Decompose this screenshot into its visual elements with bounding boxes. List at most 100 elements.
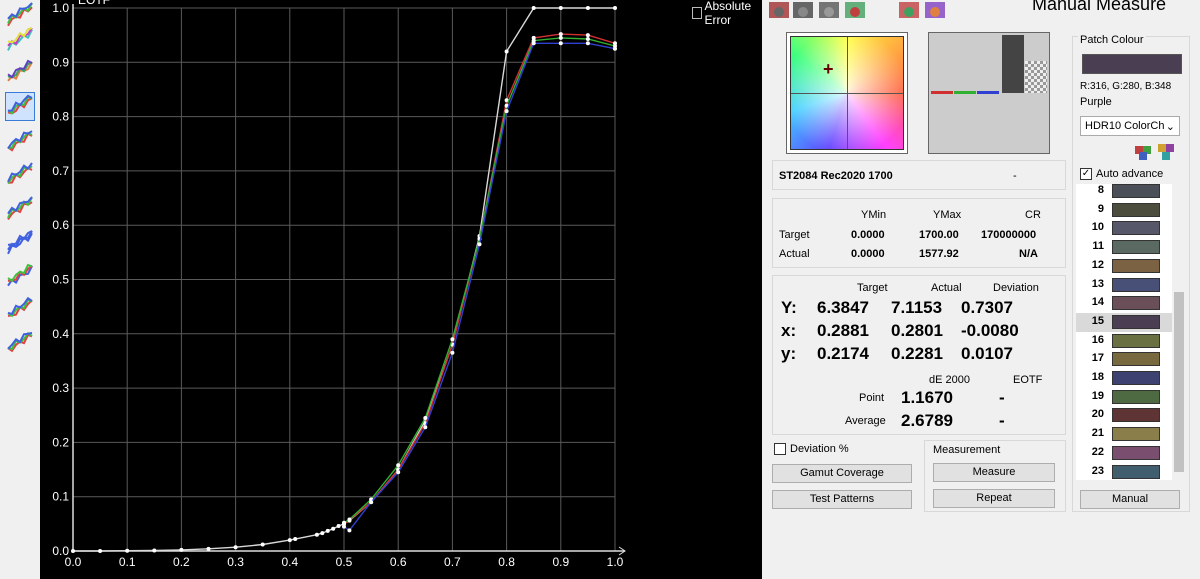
data-point xyxy=(396,470,401,475)
patch-list-item[interactable]: 15 xyxy=(1076,312,1172,332)
profile-name: ST2084 Rec2020 1700 xyxy=(779,170,893,182)
data-point xyxy=(314,532,319,537)
y-tick-label: 0.3 xyxy=(52,381,69,395)
gamut-toggle-icon[interactable] xyxy=(896,0,922,20)
eotf-label: EOTF xyxy=(1013,374,1043,386)
probe-icon[interactable] xyxy=(766,0,792,20)
patch-list-item[interactable]: 22 xyxy=(1076,444,1172,463)
patch-list-item[interactable]: 17 xyxy=(1076,350,1172,369)
rgb-levels-icon[interactable] xyxy=(5,194,35,223)
deviation-percent-toggle[interactable]: Deviation % xyxy=(774,443,849,455)
patch-swatch xyxy=(1112,202,1160,217)
target-value: 0.2881 xyxy=(817,321,869,340)
patch-list-item[interactable]: 10 xyxy=(1076,219,1172,238)
patch-number: 8 xyxy=(1097,184,1104,196)
color-error-icon[interactable] xyxy=(5,295,35,324)
patch-list-item[interactable]: 13 xyxy=(1076,276,1172,295)
patch-list-item[interactable]: 16 xyxy=(1076,332,1172,351)
eotf-curve-icon[interactable] xyxy=(5,92,35,121)
average-label: Average xyxy=(845,415,886,427)
palette-edit-icon[interactable] xyxy=(1132,140,1156,164)
rgb-balance-icon[interactable] xyxy=(5,127,35,156)
palette-settings-icon[interactable] xyxy=(1156,140,1180,164)
patch-set-value: HDR10 ColorCh xyxy=(1085,120,1165,132)
average-de-value: 2.6789 xyxy=(901,411,953,430)
cube-view-icon[interactable] xyxy=(922,0,948,20)
data-point xyxy=(585,41,590,46)
patch-list-item[interactable]: 9 xyxy=(1076,201,1172,220)
auto-advance-checkbox[interactable]: ✓ xyxy=(1080,168,1092,180)
patch-list-item[interactable]: 20 xyxy=(1076,406,1172,425)
y-tick-label: 0.9 xyxy=(52,55,69,69)
measure-button[interactable]: Measure xyxy=(933,463,1055,482)
target-crosshair-icon: + xyxy=(823,59,834,79)
patch-number: 15 xyxy=(1091,314,1104,327)
auto-advance-label: Auto advance xyxy=(1096,168,1164,180)
colorchecker-icon[interactable] xyxy=(5,328,35,357)
patch-list-item[interactable]: 19 xyxy=(1076,388,1172,407)
data-point xyxy=(125,548,130,553)
data-point xyxy=(206,546,211,551)
patch-rgb-values: R:316, G:280, B:348 xyxy=(1080,81,1172,92)
luminance-icon[interactable] xyxy=(5,228,35,257)
patch-list-item[interactable]: 18 xyxy=(1076,369,1172,388)
repeat-button[interactable]: Repeat xyxy=(933,489,1055,508)
patch-list-item[interactable]: 14 xyxy=(1076,294,1172,313)
point-de-value: 1.1670 xyxy=(901,388,953,407)
patch-list-item[interactable]: 11 xyxy=(1076,238,1172,257)
series-line xyxy=(343,37,616,524)
luminance-target-pattern xyxy=(1025,61,1047,93)
x-tick-label: 0.3 xyxy=(227,555,244,569)
absolute-error-checkbox[interactable] xyxy=(692,6,702,19)
pattern-gen-icon[interactable] xyxy=(816,0,842,20)
patch-tools xyxy=(1132,140,1182,164)
patch-list-item[interactable]: 23 xyxy=(1076,463,1172,481)
patch-number: 22 xyxy=(1091,445,1104,458)
data-point xyxy=(347,517,352,522)
data-point xyxy=(613,46,617,51)
deviation-percent-label: Deviation % xyxy=(790,443,849,455)
patch-list-item[interactable]: 12 xyxy=(1076,257,1172,276)
patch-list[interactable]: 8 9 10 11 12 13 14 15 16 17 18 19 20 21 22 23 xyxy=(1076,184,1172,480)
scrollbar-thumb[interactable] xyxy=(1174,292,1184,472)
manual-button[interactable]: Manual xyxy=(1080,490,1180,509)
row-label: y: xyxy=(781,344,797,363)
cube-settings-icon[interactable] xyxy=(842,0,868,20)
gamut-coverage-button[interactable]: Gamut Coverage xyxy=(772,464,912,483)
de-label: dE 2000 xyxy=(929,374,970,386)
profile-row: ST2084 Rec2020 1700 - xyxy=(772,160,1066,190)
absolute-error-toggle[interactable]: Absolute Error xyxy=(692,0,762,27)
gamma-icon[interactable] xyxy=(5,160,35,189)
data-point xyxy=(423,425,428,430)
data-point xyxy=(585,36,590,41)
target-ymax: 1700.00 xyxy=(919,229,959,241)
average-eotf-value: - xyxy=(999,411,1005,430)
target-value: 0.2174 xyxy=(817,344,869,363)
patch-list-item[interactable]: 21 xyxy=(1076,425,1172,444)
data-point xyxy=(558,6,563,10)
data-point xyxy=(558,41,563,46)
deviation-percent-checkbox[interactable] xyxy=(774,443,786,455)
rgb-balance-view xyxy=(928,32,1050,154)
patch-list-scrollbar[interactable] xyxy=(1172,184,1186,480)
gamut-cube-icon[interactable] xyxy=(5,58,35,87)
data-point xyxy=(98,549,103,553)
patch-set-select[interactable]: HDR10 ColorCh ⌄ xyxy=(1080,116,1180,136)
data-point xyxy=(152,548,157,553)
x-tick-label: 0.8 xyxy=(498,555,515,569)
data-point xyxy=(531,6,536,10)
data-point xyxy=(325,528,330,533)
auto-advance-toggle[interactable]: ✓ Auto advance xyxy=(1080,168,1163,180)
patch-swatch xyxy=(1112,258,1160,273)
patch-swatch xyxy=(1112,333,1160,348)
chromaticity-gradient: + xyxy=(790,36,904,150)
test-patterns-button[interactable]: Test Patterns xyxy=(772,490,912,509)
tripod-icon[interactable] xyxy=(790,0,816,20)
point-label: Point xyxy=(859,392,885,404)
patch-list-item[interactable]: 8 xyxy=(1076,184,1172,201)
patch-swatch xyxy=(1112,221,1160,236)
col-ymax: YMax xyxy=(933,209,962,221)
delta-e-icon[interactable] xyxy=(5,262,35,291)
data-point xyxy=(504,109,509,114)
gamut-triangle-icon[interactable] xyxy=(5,25,35,54)
